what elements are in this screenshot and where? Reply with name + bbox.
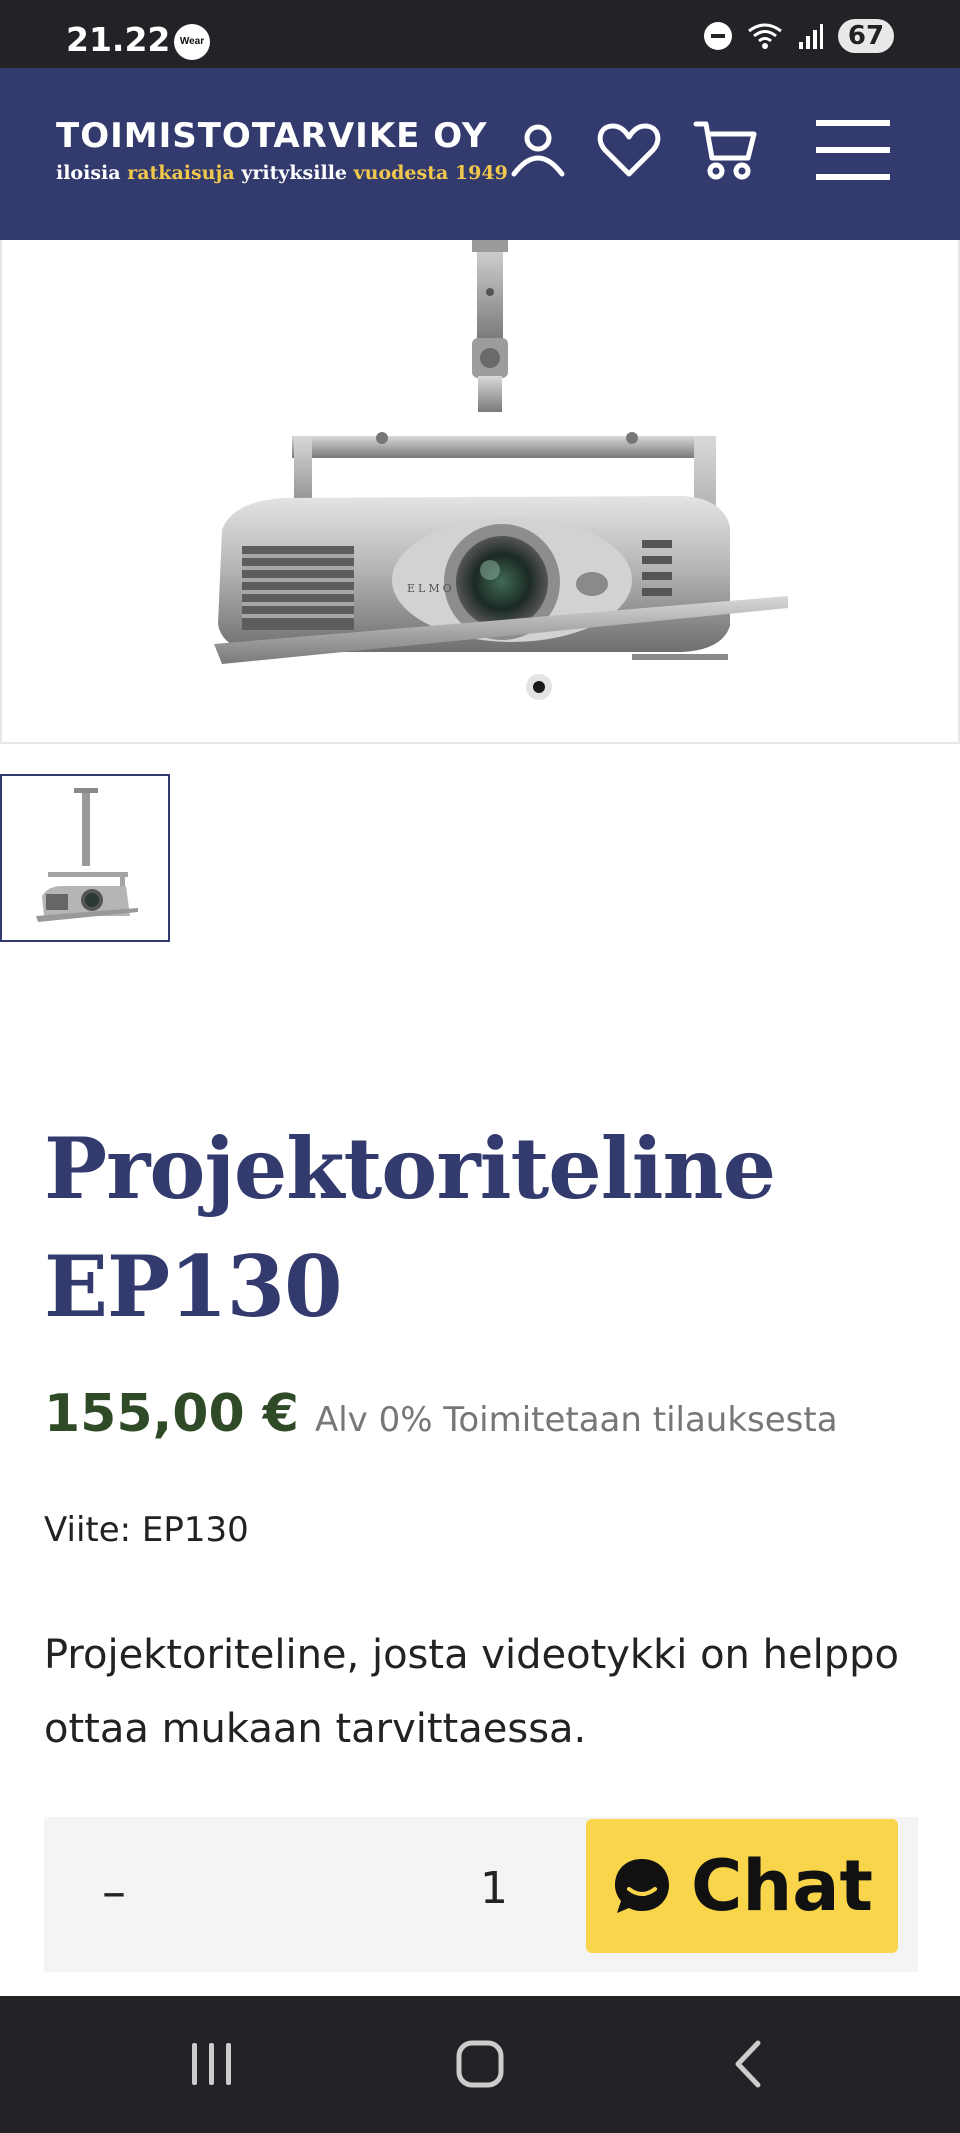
logo-tagline: iloisia ratkaisuja yrityksille vuodesta … [56, 162, 508, 184]
tagline-part: vuodesta 1949 [353, 162, 508, 184]
site-logo[interactable]: TOIMISTOTARVIKE OY iloisia ratkaisuja yr… [56, 116, 508, 184]
back-button[interactable] [708, 2032, 788, 2096]
product-gallery[interactable]: ELMO [0, 240, 960, 744]
price-row: 155,00 € Alv 0% Toimitetaan tilauksesta [44, 1384, 838, 1444]
home-icon [456, 2040, 504, 2088]
product-title-line: EP130 [44, 1237, 343, 1336]
user-icon[interactable] [506, 118, 570, 182]
logo-brand: TOIMISTOTARVIKE OY [56, 116, 488, 156]
quantity-decrease-button[interactable]: – [84, 1857, 144, 1927]
chat-bubble-icon [615, 1859, 670, 1913]
price-note: Alv 0% Toimitetaan tilauksesta [314, 1400, 838, 1440]
battery-indicator: 67 [838, 19, 894, 53]
product-image: ELMO [214, 240, 788, 664]
svg-text:ELMO: ELMO [407, 582, 455, 595]
home-button[interactable] [440, 2032, 520, 2096]
quantity-selector: – 1 Chat [44, 1817, 918, 1972]
heart-icon[interactable] [596, 118, 662, 182]
product-title: Projektoriteline EP130 [44, 1110, 924, 1346]
quantity-value[interactable]: 1 [464, 1863, 524, 1914]
recent-apps-button[interactable] [172, 2032, 252, 2096]
thumbnail-image [36, 788, 138, 922]
recent-apps-icon [192, 2043, 231, 2085]
site-header: TOIMISTOTARVIKE OY iloisia ratkaisuja yr… [0, 68, 960, 240]
tagline-part: yrityksille [241, 162, 347, 184]
do-not-disturb-icon [704, 22, 732, 50]
cart-icon[interactable] [692, 118, 758, 182]
product-title-line: Projektoriteline [44, 1119, 776, 1218]
carousel-dot-active[interactable] [526, 674, 552, 700]
status-indicators: 67 [704, 18, 894, 54]
product-price: 155,00 € [44, 1384, 299, 1444]
status-bar: 21.22 Wear 67 [0, 0, 960, 68]
menu-icon[interactable] [816, 118, 890, 182]
product-thumbnail[interactable] [0, 774, 170, 942]
chat-button[interactable]: Chat [586, 1819, 898, 1953]
back-icon [735, 2040, 761, 2088]
product-description: Projektoriteline, josta videotykki on he… [44, 1632, 899, 1752]
product-reference: Viite: EP130 [44, 1510, 249, 1550]
header-actions [500, 118, 890, 182]
status-time: 21.22 [66, 20, 171, 59]
system-navigation-bar [0, 1996, 960, 2133]
tagline-part: iloisia [56, 162, 121, 184]
chat-label: Chat [691, 1845, 873, 1927]
signal-icon [799, 24, 823, 49]
tagline-part: ratkaisuja [127, 162, 235, 184]
wear-icon: Wear [174, 24, 210, 60]
wifi-icon [748, 23, 782, 49]
